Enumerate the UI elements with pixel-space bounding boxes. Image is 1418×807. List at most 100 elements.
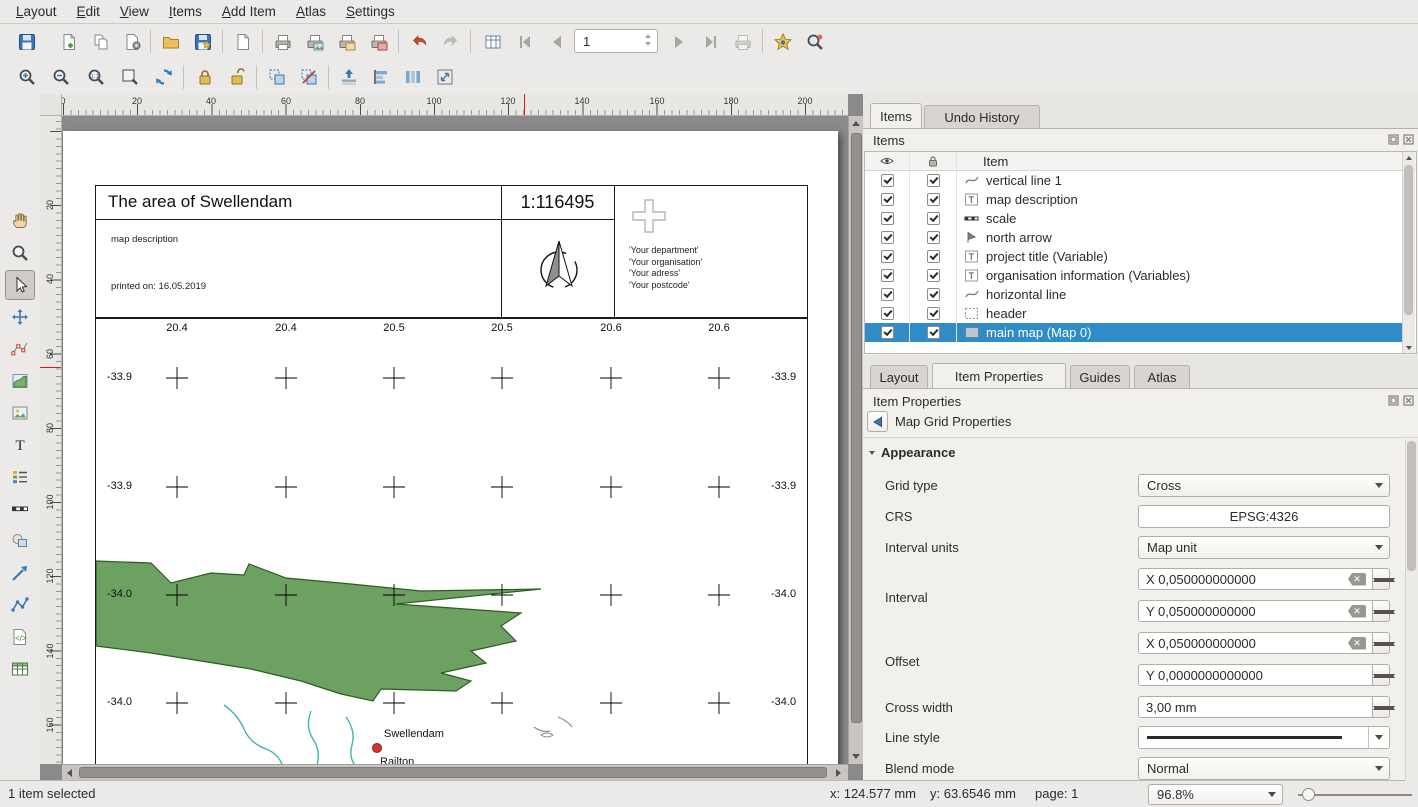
offset-y-spinner[interactable] bbox=[1373, 664, 1390, 686]
items-scrollbar[interactable] bbox=[1402, 152, 1415, 353]
item-row[interactable]: Tmap description bbox=[865, 190, 1404, 209]
add-legend-button[interactable] bbox=[5, 462, 35, 492]
main-map-item[interactable]: 20.4 20.4 20.5 20.5 20.6 20.6 -33.9 -33.… bbox=[95, 318, 808, 764]
vertical-ruler[interactable]: 20 40 60 80 100 120 140 160 bbox=[40, 116, 62, 764]
blend-mode-combo[interactable]: Normal bbox=[1138, 757, 1390, 780]
item-row[interactable]: Tproject title (Variable) bbox=[865, 247, 1404, 266]
export-pdf-button[interactable] bbox=[364, 27, 394, 56]
visibility-checkbox[interactable] bbox=[881, 307, 894, 320]
interval-y-field[interactable]: Y 0,050000000000✕ bbox=[1138, 600, 1373, 622]
offset-y-field[interactable]: Y 0,0000000000000 bbox=[1138, 664, 1373, 686]
interval-x-field[interactable]: X 0,050000000000✕ bbox=[1138, 568, 1373, 590]
item-row[interactable]: north arrow bbox=[865, 228, 1404, 247]
clear-field-icon[interactable]: ✕ bbox=[1348, 605, 1366, 618]
menu-view[interactable]: View bbox=[110, 1, 159, 22]
offset-x-field[interactable]: X 0,050000000000✕ bbox=[1138, 632, 1373, 654]
item-row[interactable]: scale bbox=[865, 209, 1404, 228]
distribute-items-button[interactable] bbox=[398, 62, 428, 91]
duplicate-layout-button[interactable] bbox=[86, 27, 116, 56]
interval-x-spinner[interactable] bbox=[1373, 568, 1390, 590]
lock-checkbox[interactable] bbox=[927, 326, 940, 339]
cross-width-spinner[interactable] bbox=[1373, 696, 1390, 718]
item-row[interactable]: vertical line 1 bbox=[865, 171, 1404, 190]
organisation-info-item[interactable]: 'Your department' 'Your organisation' 'Y… bbox=[629, 245, 702, 291]
refresh-view-button[interactable] bbox=[149, 62, 179, 91]
export-svg-button[interactable] bbox=[332, 27, 362, 56]
zoom-in-button[interactable] bbox=[12, 62, 42, 91]
visibility-checkbox[interactable] bbox=[881, 250, 894, 263]
menu-layout[interactable]: Layout bbox=[6, 1, 67, 22]
tab-atlas[interactable]: Atlas bbox=[1134, 365, 1190, 388]
save-template-button[interactable] bbox=[188, 27, 218, 56]
menu-settings[interactable]: Settings bbox=[336, 1, 405, 22]
clear-field-icon[interactable]: ✕ bbox=[1348, 573, 1366, 586]
load-template-button[interactable] bbox=[156, 27, 186, 56]
atlas-zoom-button[interactable] bbox=[800, 27, 830, 56]
zoom-tool-button[interactable] bbox=[5, 238, 35, 268]
tab-undo-history[interactable]: Undo History bbox=[924, 105, 1040, 128]
add-shape-button[interactable] bbox=[5, 526, 35, 556]
print-atlas-button[interactable] bbox=[728, 27, 758, 56]
page-spinner[interactable] bbox=[642, 33, 655, 49]
add-map-button[interactable] bbox=[5, 366, 35, 396]
visibility-checkbox[interactable] bbox=[881, 269, 894, 282]
menu-atlas[interactable]: Atlas bbox=[286, 1, 336, 22]
resize-items-button[interactable] bbox=[430, 62, 460, 91]
appearance-section-header[interactable]: Appearance bbox=[869, 445, 955, 460]
align-items-button[interactable] bbox=[366, 62, 396, 91]
scroll-down-button[interactable] bbox=[1403, 342, 1414, 353]
unlock-items-button[interactable] bbox=[222, 62, 252, 91]
add-arrow-button[interactable] bbox=[5, 558, 35, 588]
close-panel-button[interactable] bbox=[1403, 134, 1414, 145]
float-panel-button[interactable] bbox=[1388, 395, 1399, 406]
item-row[interactable]: Torganisation information (Variables) bbox=[865, 266, 1404, 285]
menu-items[interactable]: Items bbox=[159, 1, 212, 22]
ungroup-items-button[interactable] bbox=[294, 62, 324, 91]
vertical-scroll-thumb[interactable] bbox=[851, 133, 862, 723]
interval-y-spinner[interactable] bbox=[1373, 600, 1390, 622]
atlas-prev-button[interactable] bbox=[542, 27, 572, 56]
lock-checkbox[interactable] bbox=[927, 250, 940, 263]
tab-item-properties[interactable]: Item Properties bbox=[932, 363, 1066, 388]
map-title-item[interactable]: The area of Swellendam bbox=[108, 192, 292, 212]
grid-type-combo[interactable]: Cross bbox=[1138, 474, 1390, 497]
save-project-button[interactable] bbox=[12, 27, 42, 56]
edit-nodes-item-button[interactable] bbox=[5, 334, 35, 364]
layout-manager-button[interactable] bbox=[118, 27, 148, 56]
visibility-checkbox[interactable] bbox=[881, 231, 894, 244]
select-move-item-button[interactable] bbox=[5, 270, 35, 300]
scroll-left-button[interactable] bbox=[62, 765, 77, 780]
crs-button[interactable]: EPSG:4326 bbox=[1138, 505, 1390, 528]
layout-page[interactable]: The area of Swellendam 1:116495 map desc… bbox=[63, 131, 838, 764]
horizontal-scrollbar[interactable] bbox=[62, 764, 848, 780]
scale-text-item[interactable]: 1:116495 bbox=[501, 186, 614, 219]
item-row[interactable]: header bbox=[865, 304, 1404, 323]
horizontal-ruler[interactable]: 0 20 40 60 80 100 120 140 160 180 200 bbox=[62, 94, 848, 116]
item-row[interactable]: horizontal line bbox=[865, 285, 1404, 304]
page-view[interactable]: The area of Swellendam 1:116495 map desc… bbox=[62, 116, 848, 764]
horizontal-scroll-thumb[interactable] bbox=[79, 767, 827, 778]
lock-checkbox[interactable] bbox=[927, 193, 940, 206]
lock-checkbox[interactable] bbox=[927, 269, 940, 282]
pan-layout-button[interactable] bbox=[5, 206, 35, 236]
menu-add-item[interactable]: Add Item bbox=[212, 1, 286, 22]
atlas-last-button[interactable] bbox=[696, 27, 726, 56]
properties-scroll-thumb[interactable] bbox=[1407, 441, 1416, 571]
add-pages-button[interactable] bbox=[228, 27, 258, 56]
move-item-content-button[interactable] bbox=[5, 302, 35, 332]
visibility-checkbox[interactable] bbox=[881, 174, 894, 187]
atlas-page-field[interactable]: 1 bbox=[574, 29, 658, 53]
back-button[interactable] bbox=[867, 411, 888, 432]
header-item[interactable]: The area of Swellendam 1:116495 map desc… bbox=[95, 185, 808, 318]
add-scalebar-button[interactable] bbox=[5, 494, 35, 524]
float-panel-button[interactable] bbox=[1388, 134, 1399, 145]
close-panel-button[interactable] bbox=[1403, 395, 1414, 406]
print-layout-button[interactable] bbox=[268, 27, 298, 56]
zoom-actual-button[interactable]: 1:1 bbox=[81, 62, 111, 91]
undo-button[interactable] bbox=[404, 27, 434, 56]
scroll-down-button[interactable] bbox=[849, 749, 863, 764]
map-description-item[interactable]: map description bbox=[111, 234, 178, 245]
items-scroll-thumb[interactable] bbox=[1404, 165, 1413, 315]
export-image-button[interactable] bbox=[300, 27, 330, 56]
lock-checkbox[interactable] bbox=[927, 174, 940, 187]
